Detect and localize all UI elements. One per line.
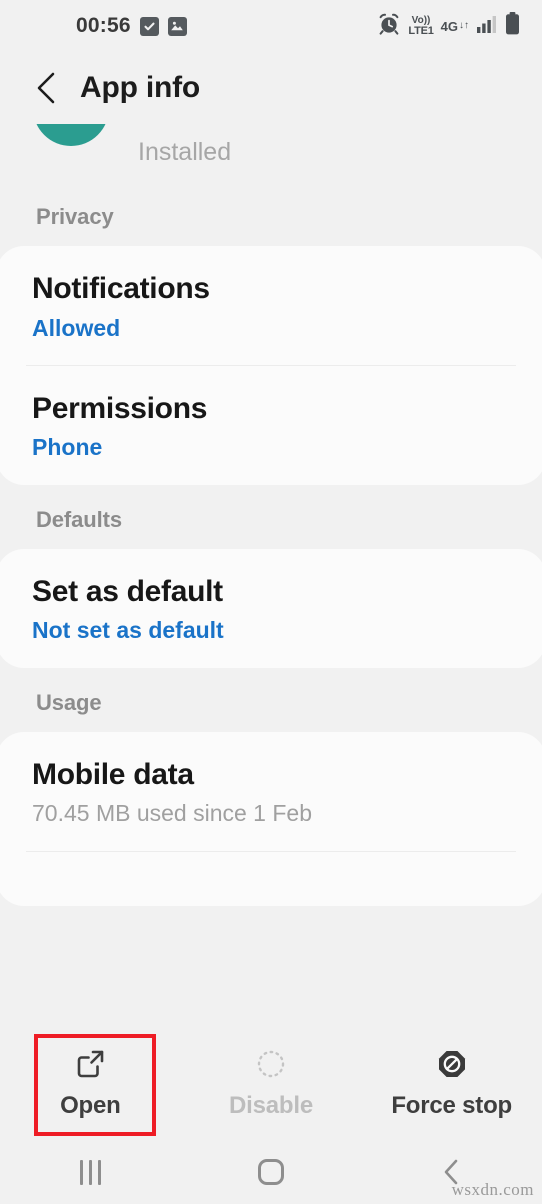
network-type-indicator: 4G ↓↑ [441, 19, 469, 34]
action-bar: Open Disable Force stop [0, 1024, 542, 1140]
force-stop-button[interactable]: Force stop [361, 1024, 542, 1140]
pref-subtitle: Not set as default [32, 617, 224, 644]
action-label: Disable [229, 1092, 313, 1119]
watermark: wsxdn.com [451, 1180, 534, 1199]
pref-row-notifications[interactable]: Notifications Allowed [0, 246, 542, 365]
image-icon [167, 16, 187, 36]
app-icon-teal [33, 124, 109, 146]
status-bar-left: 00:56 [76, 14, 187, 38]
volte-label-top: Vo)) [411, 14, 431, 26]
action-label: Open [60, 1092, 121, 1119]
network-type-label: 4G [440, 18, 458, 34]
disable-dashed-circle-icon [254, 1044, 288, 1084]
checkbox-checked-icon [139, 16, 159, 36]
pref-subtitle: Allowed [32, 314, 121, 341]
pref-row-set-as-default[interactable]: Set as default Not set as default [0, 549, 542, 668]
pref-title: Mobile data [32, 757, 194, 791]
section-header-defaults: Defaults [36, 506, 122, 532]
settings-scroll-area[interactable]: Installed Privacy Notifications Allowed … [0, 124, 542, 1024]
volte-indicator: Vo)) LTE1 [408, 14, 434, 37]
app-bar: App info [0, 52, 542, 124]
open-button[interactable]: Open [0, 1024, 181, 1140]
pref-title: Notifications [32, 272, 210, 305]
pref-title: Permissions [32, 391, 208, 425]
disable-button: Disable [181, 1024, 362, 1140]
back-chevron-icon[interactable] [30, 71, 64, 105]
open-external-icon [73, 1044, 107, 1084]
app-install-status: Installed [138, 138, 232, 166]
section-header-privacy: Privacy [36, 204, 114, 229]
card-usage: Mobile data 70.45 MB used since 1 Feb [0, 731, 542, 906]
page-title: App info [80, 71, 201, 104]
signal-bars-icon [476, 14, 498, 39]
recents-icon[interactable] [0, 1140, 181, 1204]
data-transfer-arrows-icon: ↓↑ [459, 20, 469, 31]
alarm-clock-icon [377, 12, 401, 41]
volte-label-bottom: LTE1 [408, 24, 434, 37]
card-bottom-spacer [0, 852, 542, 906]
force-stop-block-icon [435, 1044, 469, 1084]
card-privacy: Notifications Allowed Permissions Phone [0, 246, 542, 485]
status-bar: 00:56 Vo)) LTE1 4G ↓↑ [0, 0, 542, 52]
status-bar-right: Vo)) LTE1 4G ↓↑ [377, 12, 520, 41]
pref-title: Set as default [32, 574, 223, 608]
section-header-usage: Usage [36, 689, 102, 715]
card-defaults: Set as default Not set as default [0, 548, 542, 668]
home-icon[interactable] [181, 1140, 362, 1204]
action-label: Force stop [391, 1092, 513, 1119]
pref-subtitle: Phone [32, 434, 103, 461]
app-summary-row-clipped[interactable]: Installed [0, 124, 542, 182]
pref-row-permissions[interactable]: Permissions Phone [0, 366, 542, 485]
status-clock: 00:56 [76, 14, 131, 37]
battery-full-icon [505, 12, 520, 40]
pref-subtitle: 70.45 MB used since 1 Feb [32, 800, 312, 827]
pref-row-mobile-data[interactable]: Mobile data 70.45 MB used since 1 Feb [0, 732, 542, 851]
